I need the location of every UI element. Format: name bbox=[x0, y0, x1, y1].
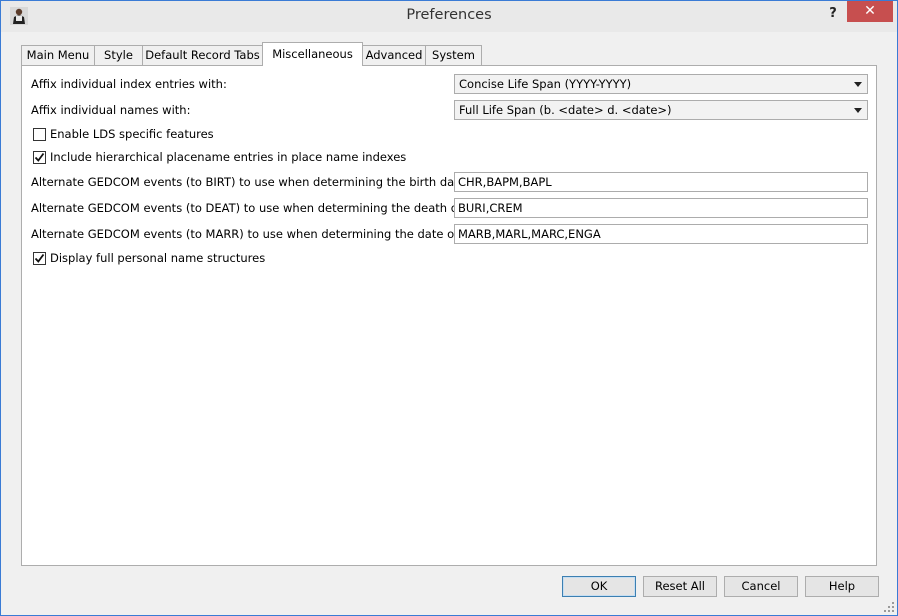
birt-input[interactable]: CHR,BAPM,BAPL bbox=[454, 172, 868, 192]
hierarchical-placename-checkbox[interactable] bbox=[33, 151, 46, 164]
checkmark-icon bbox=[34, 253, 45, 263]
miscellaneous-panel: Affix individual index entries with: Con… bbox=[21, 65, 877, 566]
tab-miscellaneous[interactable]: Miscellaneous bbox=[262, 42, 363, 66]
hierarchical-placename-label[interactable]: Include hierarchical placename entries i… bbox=[50, 150, 406, 164]
tab-main-menu[interactable]: Main Menu bbox=[21, 45, 95, 65]
tab-default-record-tabs[interactable]: Default Record Tabs bbox=[142, 45, 263, 65]
close-button[interactable]: ✕ bbox=[847, 1, 893, 22]
chevron-down-icon bbox=[854, 82, 862, 87]
cancel-button[interactable]: Cancel bbox=[724, 576, 798, 597]
affix-names-label: Affix individual names with: bbox=[31, 103, 191, 117]
help-title-button[interactable]: ? bbox=[821, 4, 845, 24]
full-name-structures-checkbox[interactable] bbox=[33, 252, 46, 265]
chevron-down-icon bbox=[854, 108, 862, 113]
deat-label: Alternate GEDCOM events (to DEAT) to use… bbox=[31, 201, 481, 215]
preferences-window: Preferences ? ✕ Main Menu Style Default … bbox=[0, 0, 898, 616]
marr-input[interactable]: MARB,MARL,MARC,ENGA bbox=[454, 224, 868, 244]
affix-index-label: Affix individual index entries with: bbox=[31, 77, 227, 91]
full-name-structures-label[interactable]: Display full personal name structures bbox=[50, 251, 265, 265]
affix-index-value: Concise Life Span (YYYY-YYYY) bbox=[459, 77, 632, 91]
checkmark-icon bbox=[34, 152, 45, 162]
deat-input[interactable]: BURI,CREM bbox=[454, 198, 868, 218]
reset-all-button[interactable]: Reset All bbox=[643, 576, 717, 597]
lds-label[interactable]: Enable LDS specific features bbox=[50, 127, 214, 141]
resize-grip-icon[interactable] bbox=[884, 602, 894, 612]
title-bar[interactable]: Preferences ? ✕ bbox=[1, 1, 897, 32]
ok-button[interactable]: OK bbox=[562, 576, 636, 597]
birt-label: Alternate GEDCOM events (to BIRT) to use… bbox=[31, 175, 470, 189]
tab-style[interactable]: Style bbox=[94, 45, 143, 65]
tab-system[interactable]: System bbox=[425, 45, 482, 65]
tab-advanced[interactable]: Advanced bbox=[362, 45, 426, 65]
affix-names-value: Full Life Span (b. <date> d. <date>) bbox=[459, 103, 672, 117]
help-button[interactable]: Help bbox=[805, 576, 879, 597]
window-title: Preferences bbox=[406, 7, 492, 23]
lds-checkbox[interactable] bbox=[33, 128, 46, 141]
affix-names-select[interactable]: Full Life Span (b. <date> d. <date>) bbox=[454, 100, 868, 120]
affix-index-select[interactable]: Concise Life Span (YYYY-YYYY) bbox=[454, 74, 868, 94]
